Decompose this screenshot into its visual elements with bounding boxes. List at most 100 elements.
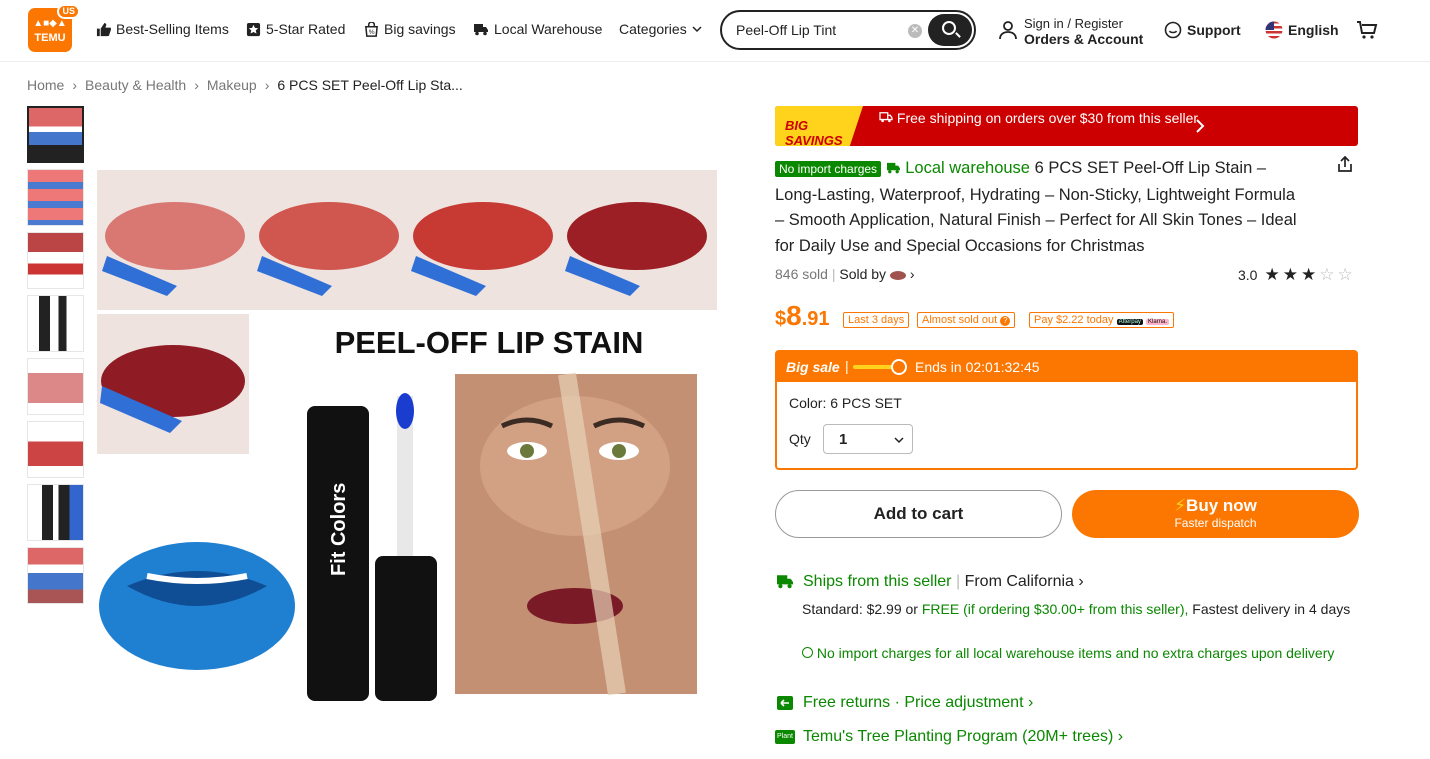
sold-info: 846 sold | Sold by ›	[775, 266, 915, 282]
nav-local-warehouse[interactable]: Local Warehouse	[473, 21, 602, 37]
plant-badge-icon: Plant	[775, 730, 795, 744]
free-returns-text: Free returns · Price adjustment	[803, 694, 1024, 711]
thumbnail-2[interactable]	[27, 169, 84, 226]
no-import-text: No import charges for all local warehous…	[816, 645, 1335, 661]
almost-sold-out-text: Almost sold out	[922, 314, 998, 326]
breadcrumb-home[interactable]: Home	[27, 77, 64, 93]
product-title: No import charges Local warehouse 6 PCS …	[775, 156, 1305, 259]
add-to-cart-button[interactable]: Add to cart	[775, 490, 1062, 538]
language-label: English	[1288, 22, 1339, 38]
breadcrumb-makeup[interactable]: Makeup	[207, 77, 257, 93]
logo-text: TEMU	[34, 32, 66, 44]
top-header: US ▲■◆▲ TEMU Best-Selling Items 5-Star R…	[0, 0, 1430, 62]
cart-icon[interactable]	[1356, 20, 1378, 45]
image-headline: PEEL-OFF LIP STAIN	[335, 325, 644, 360]
breadcrumb-current: 6 PCS SET Peel-Off Lip Sta...	[277, 77, 463, 93]
star-empty-icon: ☆	[1337, 265, 1353, 284]
share-icon[interactable]	[1336, 155, 1354, 178]
nav-big-savings[interactable]: % Big savings	[364, 21, 456, 37]
nav-label: 5-Star Rated	[266, 21, 346, 37]
shipping-truck-icon	[775, 573, 795, 594]
clock-icon	[891, 359, 907, 375]
free-shipping-text: FREE (if ordering $30.00+ from this sell…	[921, 601, 1189, 617]
support-label: Support	[1187, 22, 1241, 38]
logo-mark-icon: ▲■◆▲	[33, 18, 67, 29]
star-badge-icon	[246, 22, 261, 36]
big-savings-tag: BIG SAVINGS	[775, 106, 863, 146]
temu-logo[interactable]: US ▲■◆▲ TEMU	[28, 4, 80, 52]
no-import-badge: No import charges	[775, 161, 882, 177]
truck-icon	[886, 162, 900, 174]
tree-program-row[interactable]: Temu's Tree Planting Program (20M+ trees…	[803, 728, 1123, 746]
thumbnail-5[interactable]	[27, 358, 84, 415]
breadcrumb-sep: ›	[194, 77, 199, 93]
clear-search-icon[interactable]: ✕	[908, 24, 922, 38]
star-icon: ★	[1300, 265, 1317, 284]
logo-region: US	[57, 4, 80, 19]
local-warehouse-label[interactable]: Local warehouse	[905, 159, 1030, 177]
truck-icon	[474, 24, 488, 36]
nav-label: Categories	[619, 21, 687, 37]
seller-lips-icon[interactable]	[889, 270, 906, 280]
pay-today-tag[interactable]: Pay $2.22 today Afterpay Klarna.	[1029, 312, 1175, 328]
breadcrumb-beauty[interactable]: Beauty & Health	[85, 77, 186, 93]
big-sale-box: Big sale | Ends in 02:01:32:45 Color: 6 …	[775, 350, 1358, 470]
ships-from-row[interactable]: Ships from this seller | From California…	[803, 573, 1084, 591]
search-button[interactable]	[928, 14, 972, 46]
sale-countdown: Ends in 02:01:32:45	[915, 359, 1040, 375]
chevron-right-icon[interactable]: ›	[910, 266, 915, 282]
no-import-line: No import charges for all local warehous…	[802, 644, 1342, 662]
ships-location: From California	[964, 573, 1074, 590]
divider: |	[845, 358, 849, 374]
lightning-icon: ⚡	[1174, 496, 1187, 515]
product-image-art: PEEL-OFF LIP STAIN Fit Colors	[97, 106, 717, 726]
language-selector[interactable]: English	[1265, 21, 1339, 39]
free-shipping-banner[interactable]: BIG SAVINGS Free shipping on orders over…	[775, 106, 1358, 146]
nav-label: Big savings	[384, 21, 456, 37]
thumbnail-6[interactable]	[27, 421, 84, 478]
thumbnail-3[interactable]	[27, 232, 84, 289]
search-bar[interactable]: Peel-Off Lip Tint ✕	[720, 10, 976, 50]
divider: |	[955, 573, 961, 590]
qty-value: 1	[839, 431, 848, 448]
big-sale-bar: Big sale | Ends in 02:01:32:45	[777, 352, 1356, 382]
afterpay-logo: Afterpay	[1116, 319, 1143, 325]
search-input[interactable]: Peel-Off Lip Tint	[736, 22, 836, 38]
thumbnail-4[interactable]	[27, 295, 84, 352]
standard-shipping: Standard: $2.99 or FREE (if ordering $30…	[802, 600, 1357, 619]
star-icon: ★	[1282, 265, 1298, 284]
nav-best-selling[interactable]: Best-Selling Items	[96, 21, 229, 37]
support-link[interactable]: Support	[1164, 21, 1241, 39]
thumbnail-7[interactable]	[27, 484, 84, 541]
rating-value: 3.0	[1238, 267, 1258, 283]
banner-label: Free shipping on orders over $30 from th…	[896, 110, 1199, 126]
thumbs-up-icon	[96, 22, 111, 36]
orders-account-link[interactable]: Orders & Account	[1024, 31, 1143, 47]
info-icon: ?	[1000, 316, 1011, 326]
buy-now-button[interactable]: ⚡Buy now Faster dispatch	[1072, 490, 1359, 538]
nav-categories[interactable]: Categories	[619, 21, 702, 37]
nav-5-star[interactable]: 5-Star Rated	[246, 21, 345, 37]
nav-label: Local Warehouse	[494, 21, 603, 37]
nav-label: Best-Selling Items	[116, 21, 229, 37]
rating[interactable]: 3.0 ★ ★ ★ ☆ ☆	[1238, 265, 1353, 285]
ships-from-label: Ships from this seller	[803, 573, 952, 590]
qty-select[interactable]: 1	[823, 424, 913, 454]
thumbnail-8[interactable]	[27, 547, 84, 604]
main-product-image[interactable]: PEEL-OFF LIP STAIN Fit Colors	[97, 106, 717, 726]
pay-today-text: Pay $2.22 today	[1034, 314, 1114, 326]
qty-label: Qty	[789, 431, 811, 447]
image-brand: Fit Colors	[328, 483, 350, 576]
almost-sold-out-tag[interactable]: Almost sold out ?	[917, 312, 1016, 328]
buy-now-sub: Faster dispatch	[1174, 516, 1257, 530]
price: $8.91	[775, 300, 830, 332]
sign-in-link[interactable]: Sign in / Register	[1024, 16, 1143, 31]
buy-now-text: Buy now	[1186, 496, 1257, 515]
star-empty-icon: ☆	[1319, 265, 1335, 284]
chevron-right-icon: ›	[1078, 573, 1084, 590]
price-integer: 8	[786, 300, 802, 331]
thumbnail-1[interactable]	[27, 106, 84, 163]
free-returns-row[interactable]: Free returns · Price adjustment ›	[803, 694, 1033, 712]
breadcrumb: Home › Beauty & Health › Makeup › 6 PCS SET…	[27, 77, 463, 93]
account-menu[interactable]: Sign in / Register Orders & Account	[1024, 16, 1143, 47]
